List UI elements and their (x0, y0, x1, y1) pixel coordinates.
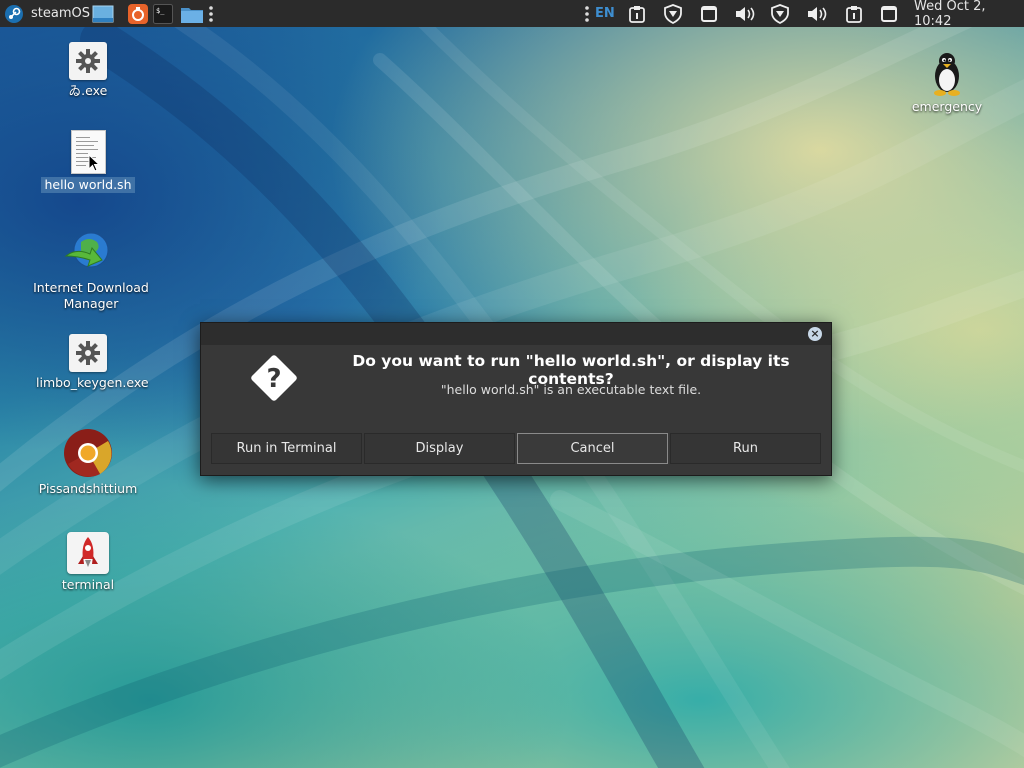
keyboard-language-indicator[interactable]: EN (595, 0, 615, 27)
app-menu-label[interactable]: steamOS (31, 0, 90, 27)
ubuntu-software-icon[interactable] (127, 0, 149, 27)
run-or-display-dialog: × ? Do you want to run "hello world.sh",… (200, 322, 832, 476)
gear-icon (69, 334, 107, 372)
desktop-icon-label: ゐ.exe (68, 83, 108, 98)
desktop-icon-label: limbo_keygen.exe (36, 375, 149, 390)
menu-dots-icon[interactable] (584, 0, 590, 27)
gear-icon (69, 42, 107, 80)
window-icon[interactable] (700, 0, 718, 27)
chrome-icon (63, 428, 113, 478)
volume-icon[interactable] (734, 0, 756, 27)
window-icon[interactable] (880, 0, 898, 27)
show-desktop-icon[interactable] (92, 0, 114, 27)
shield-icon[interactable] (664, 0, 682, 27)
desktop-icon-terminal[interactable]: terminal (33, 532, 143, 593)
clipboard-icon[interactable] (845, 0, 863, 27)
dialog-subtext: "hello world.sh" is an executable text f… (440, 382, 702, 397)
desktop-icon-internet-download-manager[interactable]: Internet Download Manager (33, 228, 149, 312)
run-in-terminal-button[interactable]: Run in Terminal (211, 433, 362, 464)
question-icon: ? (245, 349, 303, 411)
svg-text:$_: $_ (156, 7, 165, 15)
cancel-button[interactable]: Cancel (517, 433, 668, 464)
top-panel: steamOS $_ EN Wed Oct 2, 10:42 (0, 0, 1024, 29)
clock[interactable]: Wed Oct 2, 10:42 (914, 0, 1024, 29)
terminal-icon[interactable]: $_ (153, 0, 173, 27)
volume-icon[interactable] (806, 0, 828, 27)
dialog-button-row: Run in Terminal Display Cancel Run (211, 433, 821, 464)
svg-text:?: ? (266, 364, 281, 394)
steam-icon[interactable] (4, 0, 24, 27)
close-icon[interactable]: × (808, 327, 822, 341)
rocket-icon (67, 532, 109, 574)
desktop-icon-pissandshittium[interactable]: Pissandshittium (33, 428, 143, 497)
dialog-titlebar[interactable]: × (201, 323, 831, 345)
idm-globe-icon (63, 228, 113, 278)
files-icon[interactable] (180, 0, 204, 27)
desktop-icon-a-exe[interactable]: ゐ.exe (33, 42, 143, 99)
desktop-icon-label: emergency (911, 99, 983, 114)
menu-dots-icon[interactable] (208, 0, 214, 27)
mouse-cursor-icon (88, 153, 101, 176)
desktop-icon-limbo-keygen-exe[interactable]: limbo_keygen.exe (33, 334, 149, 391)
desktop-icon-label: Pissandshittium (38, 481, 138, 496)
display-button[interactable]: Display (364, 433, 515, 464)
desktop-icon-label: terminal (61, 577, 115, 592)
shield-icon[interactable] (771, 0, 789, 27)
clipboard-icon[interactable] (628, 0, 646, 27)
desktop-icon-emergency[interactable]: emergency (892, 50, 1002, 115)
desktop-icon-label: hello world.sh (41, 177, 135, 193)
run-button[interactable]: Run (670, 433, 821, 464)
desktop-icon-label: Internet Download Manager (33, 280, 149, 311)
tux-penguin-icon (929, 50, 965, 96)
